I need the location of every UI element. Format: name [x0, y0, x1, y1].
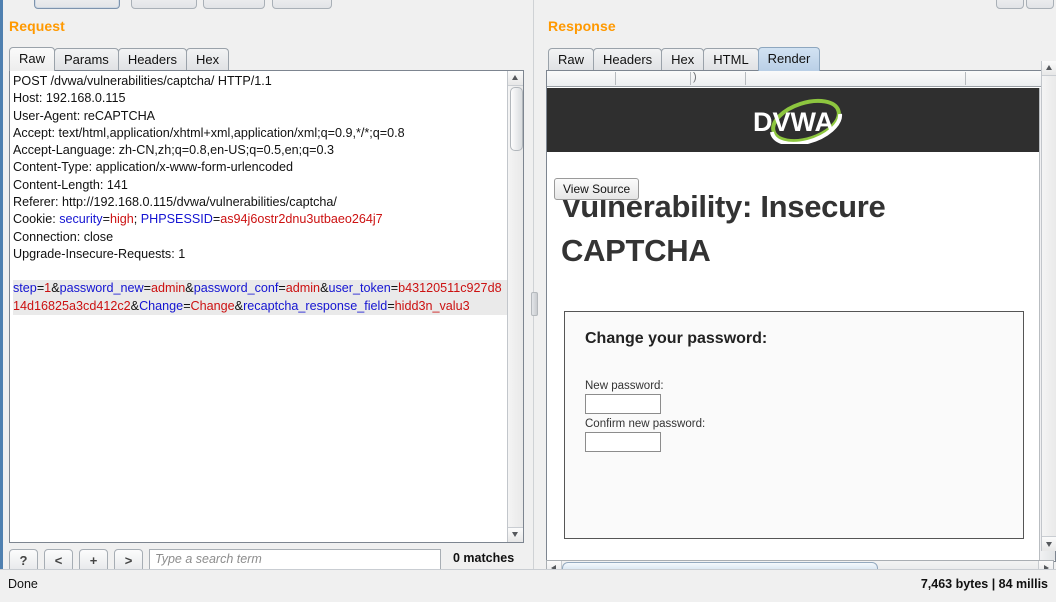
top-button-6[interactable]	[1026, 0, 1054, 9]
cookie-value-phpsessid: as94j6ostr2dnu3utbaeo264j7	[220, 212, 382, 226]
toolbar-seg-3	[745, 72, 746, 85]
header-content-type: Content-Type: application/x-www-form-url…	[13, 160, 293, 174]
body-key-step: step	[13, 281, 37, 295]
toolbar-seg-2	[690, 72, 691, 85]
request-tab-raw[interactable]: Raw	[9, 47, 55, 71]
confirm-password-label: Confirm new password:	[585, 418, 705, 430]
request-tabs: RawParamsHeadersHex	[9, 47, 228, 71]
body-key-change: Change	[139, 299, 183, 313]
dvwa-header-bar: DVWA	[547, 88, 1040, 152]
scrollbar-thumb[interactable]	[510, 87, 523, 151]
toolbar-seg-4	[965, 72, 966, 85]
top-button-1[interactable]	[34, 0, 120, 9]
cookie-value-security: high	[110, 212, 134, 226]
header-accept-language: Accept-Language: zh-CN,zh;q=0.8,en-US;q=…	[13, 143, 334, 157]
cookie-key-phpsessid: PHPSESSID	[141, 212, 213, 226]
scroll-down-icon[interactable]	[508, 527, 523, 542]
confirm-password-input[interactable]	[585, 432, 661, 452]
request-raw-text: POST /dvwa/vulnerabilities/captcha/ HTTP…	[13, 73, 507, 315]
search-input[interactable]	[149, 549, 441, 570]
svg-text:DVWA: DVWA	[753, 107, 834, 137]
cookie-key-security: security	[59, 212, 102, 226]
response-tabs: RawHeadersHexHTMLRender	[548, 47, 819, 71]
dvwa-logo-icon: DVWA	[743, 98, 863, 144]
response-tab-raw[interactable]: Raw	[548, 48, 594, 71]
top-toolbar-strip	[0, 0, 1056, 9]
status-right-text: 7,463 bytes | 84 millis	[921, 577, 1048, 591]
splitter-grip-handle[interactable]	[531, 292, 538, 316]
request-panel: Request RawParamsHeadersHex POST /dvwa/v…	[3, 9, 530, 569]
body-key-password-new: password_new	[60, 281, 144, 295]
outer-scroll-up-icon[interactable]	[1042, 61, 1056, 76]
response-panel: Response RawHeadersHexHTMLRender ) DVWA	[542, 9, 1056, 569]
response-tab-hex[interactable]: Hex	[661, 48, 704, 71]
view-source-button[interactable]: View Source	[554, 178, 639, 200]
change-password-form: Change your password: New password: Conf…	[564, 311, 1024, 539]
header-content-length: Content-Length: 141	[13, 178, 128, 192]
status-bar	[0, 569, 1056, 602]
response-tab-headers[interactable]: Headers	[593, 48, 662, 71]
top-button-3[interactable]	[203, 0, 265, 9]
top-button-5[interactable]	[996, 0, 1024, 9]
header-referer: Referer: http://192.168.0.115/dvwa/vulne…	[13, 195, 337, 209]
splitter-line	[533, 0, 534, 569]
render-browser-toolbar: )	[547, 71, 1055, 87]
request-editor-scrollbar[interactable]	[507, 71, 523, 542]
scroll-up-icon[interactable]	[508, 71, 523, 86]
request-tab-params[interactable]: Params	[54, 48, 119, 71]
response-tab-render[interactable]: Render	[758, 47, 821, 71]
blank-line	[13, 263, 507, 280]
request-tab-hex[interactable]: Hex	[186, 48, 229, 71]
outer-scroll-down-icon[interactable]	[1042, 536, 1056, 551]
body-key-user-token: user_token	[328, 281, 390, 295]
burp-suite-window: Request RawParamsHeadersHex POST /dvwa/v…	[0, 0, 1056, 601]
body-value-recaptcha-response-field: hidd3n_valu3	[395, 299, 470, 313]
toolbar-paren-glyph: )	[693, 71, 697, 83]
header-host: Host: 192.168.0.115	[13, 91, 126, 105]
search-matches-count: 0 matches	[453, 551, 514, 565]
body-value-step: 1	[44, 281, 51, 295]
request-title: Request	[9, 18, 65, 34]
request-raw-editor[interactable]: POST /dvwa/vulnerabilities/captcha/ HTTP…	[9, 70, 524, 543]
header-upgrade-insecure-requests: Upgrade-Insecure-Requests: 1	[13, 247, 185, 261]
header-connection: Connection: close	[13, 230, 113, 244]
header-user-agent: User-Agent: reCAPTCHA	[13, 109, 155, 123]
request-tab-headers[interactable]: Headers	[118, 48, 187, 71]
body-value-password-conf: admin	[286, 281, 320, 295]
response-tab-html[interactable]: HTML	[703, 48, 758, 71]
panel-splitter[interactable]	[530, 0, 542, 569]
toolbar-seg-1	[615, 72, 616, 85]
new-password-label: New password:	[585, 380, 664, 392]
body-key-password-conf: password_conf	[194, 281, 279, 295]
request-body: step=1&password_new=admin&password_conf=…	[13, 280, 507, 315]
request-line: POST /dvwa/vulnerabilities/captcha/ HTTP…	[13, 74, 272, 88]
response-outer-scrollbar[interactable]	[1041, 61, 1056, 551]
top-button-2[interactable]	[131, 0, 197, 9]
status-left-text: Done	[8, 577, 38, 591]
response-render-view[interactable]: ) DVWA View Source Vulnerability: Insecu…	[546, 70, 1056, 562]
body-value-change: Change	[191, 299, 235, 313]
new-password-input[interactable]	[585, 394, 661, 414]
rendered-page: DVWA View Source Vulnerability: Insecure…	[547, 88, 1040, 560]
response-title: Response	[548, 18, 616, 34]
header-accept: Accept: text/html,application/xhtml+xml,…	[13, 126, 405, 140]
header-cookie: Cookie: security=high; PHPSESSID=as94j6o…	[13, 212, 383, 226]
body-value-password-new: admin	[151, 281, 185, 295]
top-button-4[interactable]	[272, 0, 332, 9]
form-heading: Change your password:	[585, 330, 767, 348]
body-key-recaptcha-response-field: recaptcha_response_field	[243, 299, 387, 313]
